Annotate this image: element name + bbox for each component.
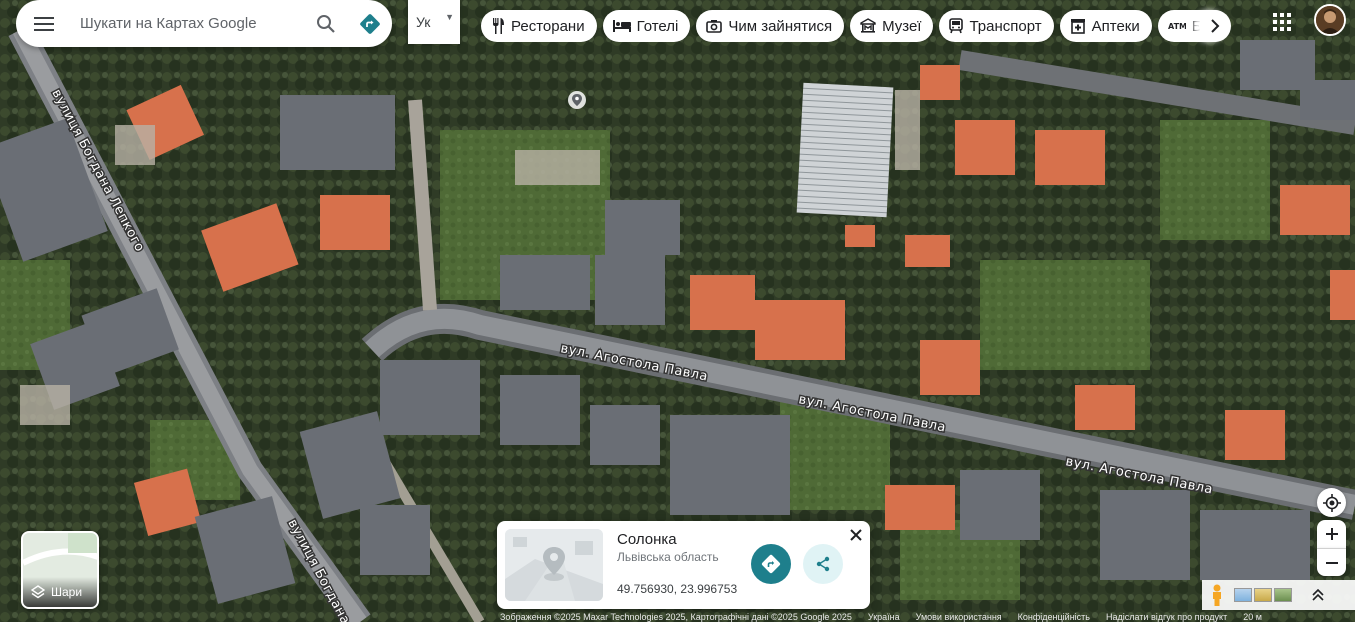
search-input[interactable] xyxy=(72,3,304,44)
chip-things-to-do[interactable]: Чим зайнятися xyxy=(696,10,845,42)
account-avatar[interactable] xyxy=(1314,4,1346,36)
chevron-right-icon xyxy=(1211,19,1220,33)
share-place-button[interactable] xyxy=(803,544,843,584)
imagery-thumbnails[interactable] xyxy=(1234,588,1292,602)
chip-label: Готелі xyxy=(636,17,679,35)
chip-label: Чим зайнятися xyxy=(728,17,833,35)
share-icon xyxy=(816,556,830,572)
chips-scroll-right-button[interactable] xyxy=(1199,10,1231,42)
camera-icon xyxy=(706,20,723,33)
place-region: Львівська область xyxy=(617,550,719,564)
search-button[interactable] xyxy=(304,0,348,47)
close-place-card-button[interactable] xyxy=(846,525,866,545)
zoom-in-button[interactable] xyxy=(1317,520,1346,549)
imagery-thumb-1[interactable] xyxy=(1234,588,1252,602)
museum-icon xyxy=(860,18,876,33)
caret-down-icon: ▼ xyxy=(445,12,454,22)
chip-restaurants[interactable]: Ресторани xyxy=(481,10,597,42)
restaurant-icon xyxy=(493,18,504,34)
footer-attribution: Зображення ©2025 Maxar Technologies 2025… xyxy=(500,612,852,622)
zoom-out-button[interactable] xyxy=(1317,549,1346,576)
directions-icon xyxy=(761,554,781,574)
avatar-image xyxy=(1316,6,1344,34)
place-name: Солонка xyxy=(617,531,677,548)
search-box xyxy=(16,0,392,47)
atm-icon: ATM xyxy=(1168,22,1186,31)
footer-privacy-link[interactable]: Конфіденційність xyxy=(1018,612,1090,622)
my-location-button[interactable] xyxy=(1317,488,1346,517)
expand-button[interactable] xyxy=(1312,589,1324,601)
layers-icon xyxy=(31,585,45,599)
place-thumbnail[interactable] xyxy=(505,529,603,601)
bottom-right-controls xyxy=(1202,580,1355,610)
place-placeholder-image xyxy=(505,529,603,601)
chip-transit[interactable]: Транспорт xyxy=(939,10,1054,42)
place-card[interactable]: Солонка Львівська область 49.756930, 23.… xyxy=(497,521,870,609)
chip-museums[interactable]: Музеї xyxy=(850,10,934,42)
footer-scale[interactable]: 20 м xyxy=(1243,612,1262,622)
layers-text: Шари xyxy=(51,585,83,599)
chip-hotels[interactable]: Готелі xyxy=(602,10,691,42)
menu-button[interactable] xyxy=(16,0,72,47)
chip-label: Ресторани xyxy=(511,17,585,35)
apps-grid-icon xyxy=(1273,13,1291,31)
imagery-thumb-2[interactable] xyxy=(1254,588,1272,602)
category-chips: Ресторани Готелі Чим зайнятися Музеї Тра… xyxy=(481,10,1231,42)
language-value: Ук xyxy=(416,14,431,30)
footer-feedback-link[interactable]: Надіслати відгук про продукт xyxy=(1106,612,1227,622)
chevron-up-icon xyxy=(1312,589,1324,601)
svg-text:ATM: ATM xyxy=(1168,22,1186,31)
minus-icon xyxy=(1325,561,1338,564)
footer-terms-link[interactable]: Умови використання xyxy=(916,612,1002,622)
plus-icon xyxy=(1325,528,1338,540)
chip-label: Аптеки xyxy=(1091,17,1140,35)
place-coordinates[interactable]: 49.756930, 23.996753 xyxy=(617,582,737,596)
transit-icon xyxy=(949,18,964,34)
chip-label: Транспорт xyxy=(969,17,1042,35)
google-apps-button[interactable] xyxy=(1266,6,1298,38)
imagery-thumb-3[interactable] xyxy=(1274,588,1292,602)
directions-button[interactable] xyxy=(348,0,392,47)
search-icon xyxy=(317,14,335,33)
close-icon xyxy=(850,529,862,541)
street-view-pegman-icon[interactable] xyxy=(1208,583,1226,607)
layers-label-row: Шари xyxy=(23,577,97,607)
hotel-icon xyxy=(612,20,631,32)
footer-country[interactable]: Україна xyxy=(868,612,900,622)
chip-label: Музеї xyxy=(882,17,922,35)
directions-icon xyxy=(360,13,380,34)
chip-pharmacies[interactable]: Аптеки xyxy=(1059,10,1152,42)
map-footer: Зображення ©2025 Maxar Technologies 2025… xyxy=(500,612,1355,622)
my-location-icon xyxy=(1322,493,1341,512)
layers-button[interactable]: Шари xyxy=(21,531,99,609)
place-marker-icon[interactable] xyxy=(568,91,586,109)
pharmacy-icon xyxy=(1070,19,1085,34)
hamburger-icon xyxy=(34,16,54,31)
directions-to-place-button[interactable] xyxy=(751,544,791,584)
language-select[interactable]: Ук ▼ xyxy=(408,0,460,44)
